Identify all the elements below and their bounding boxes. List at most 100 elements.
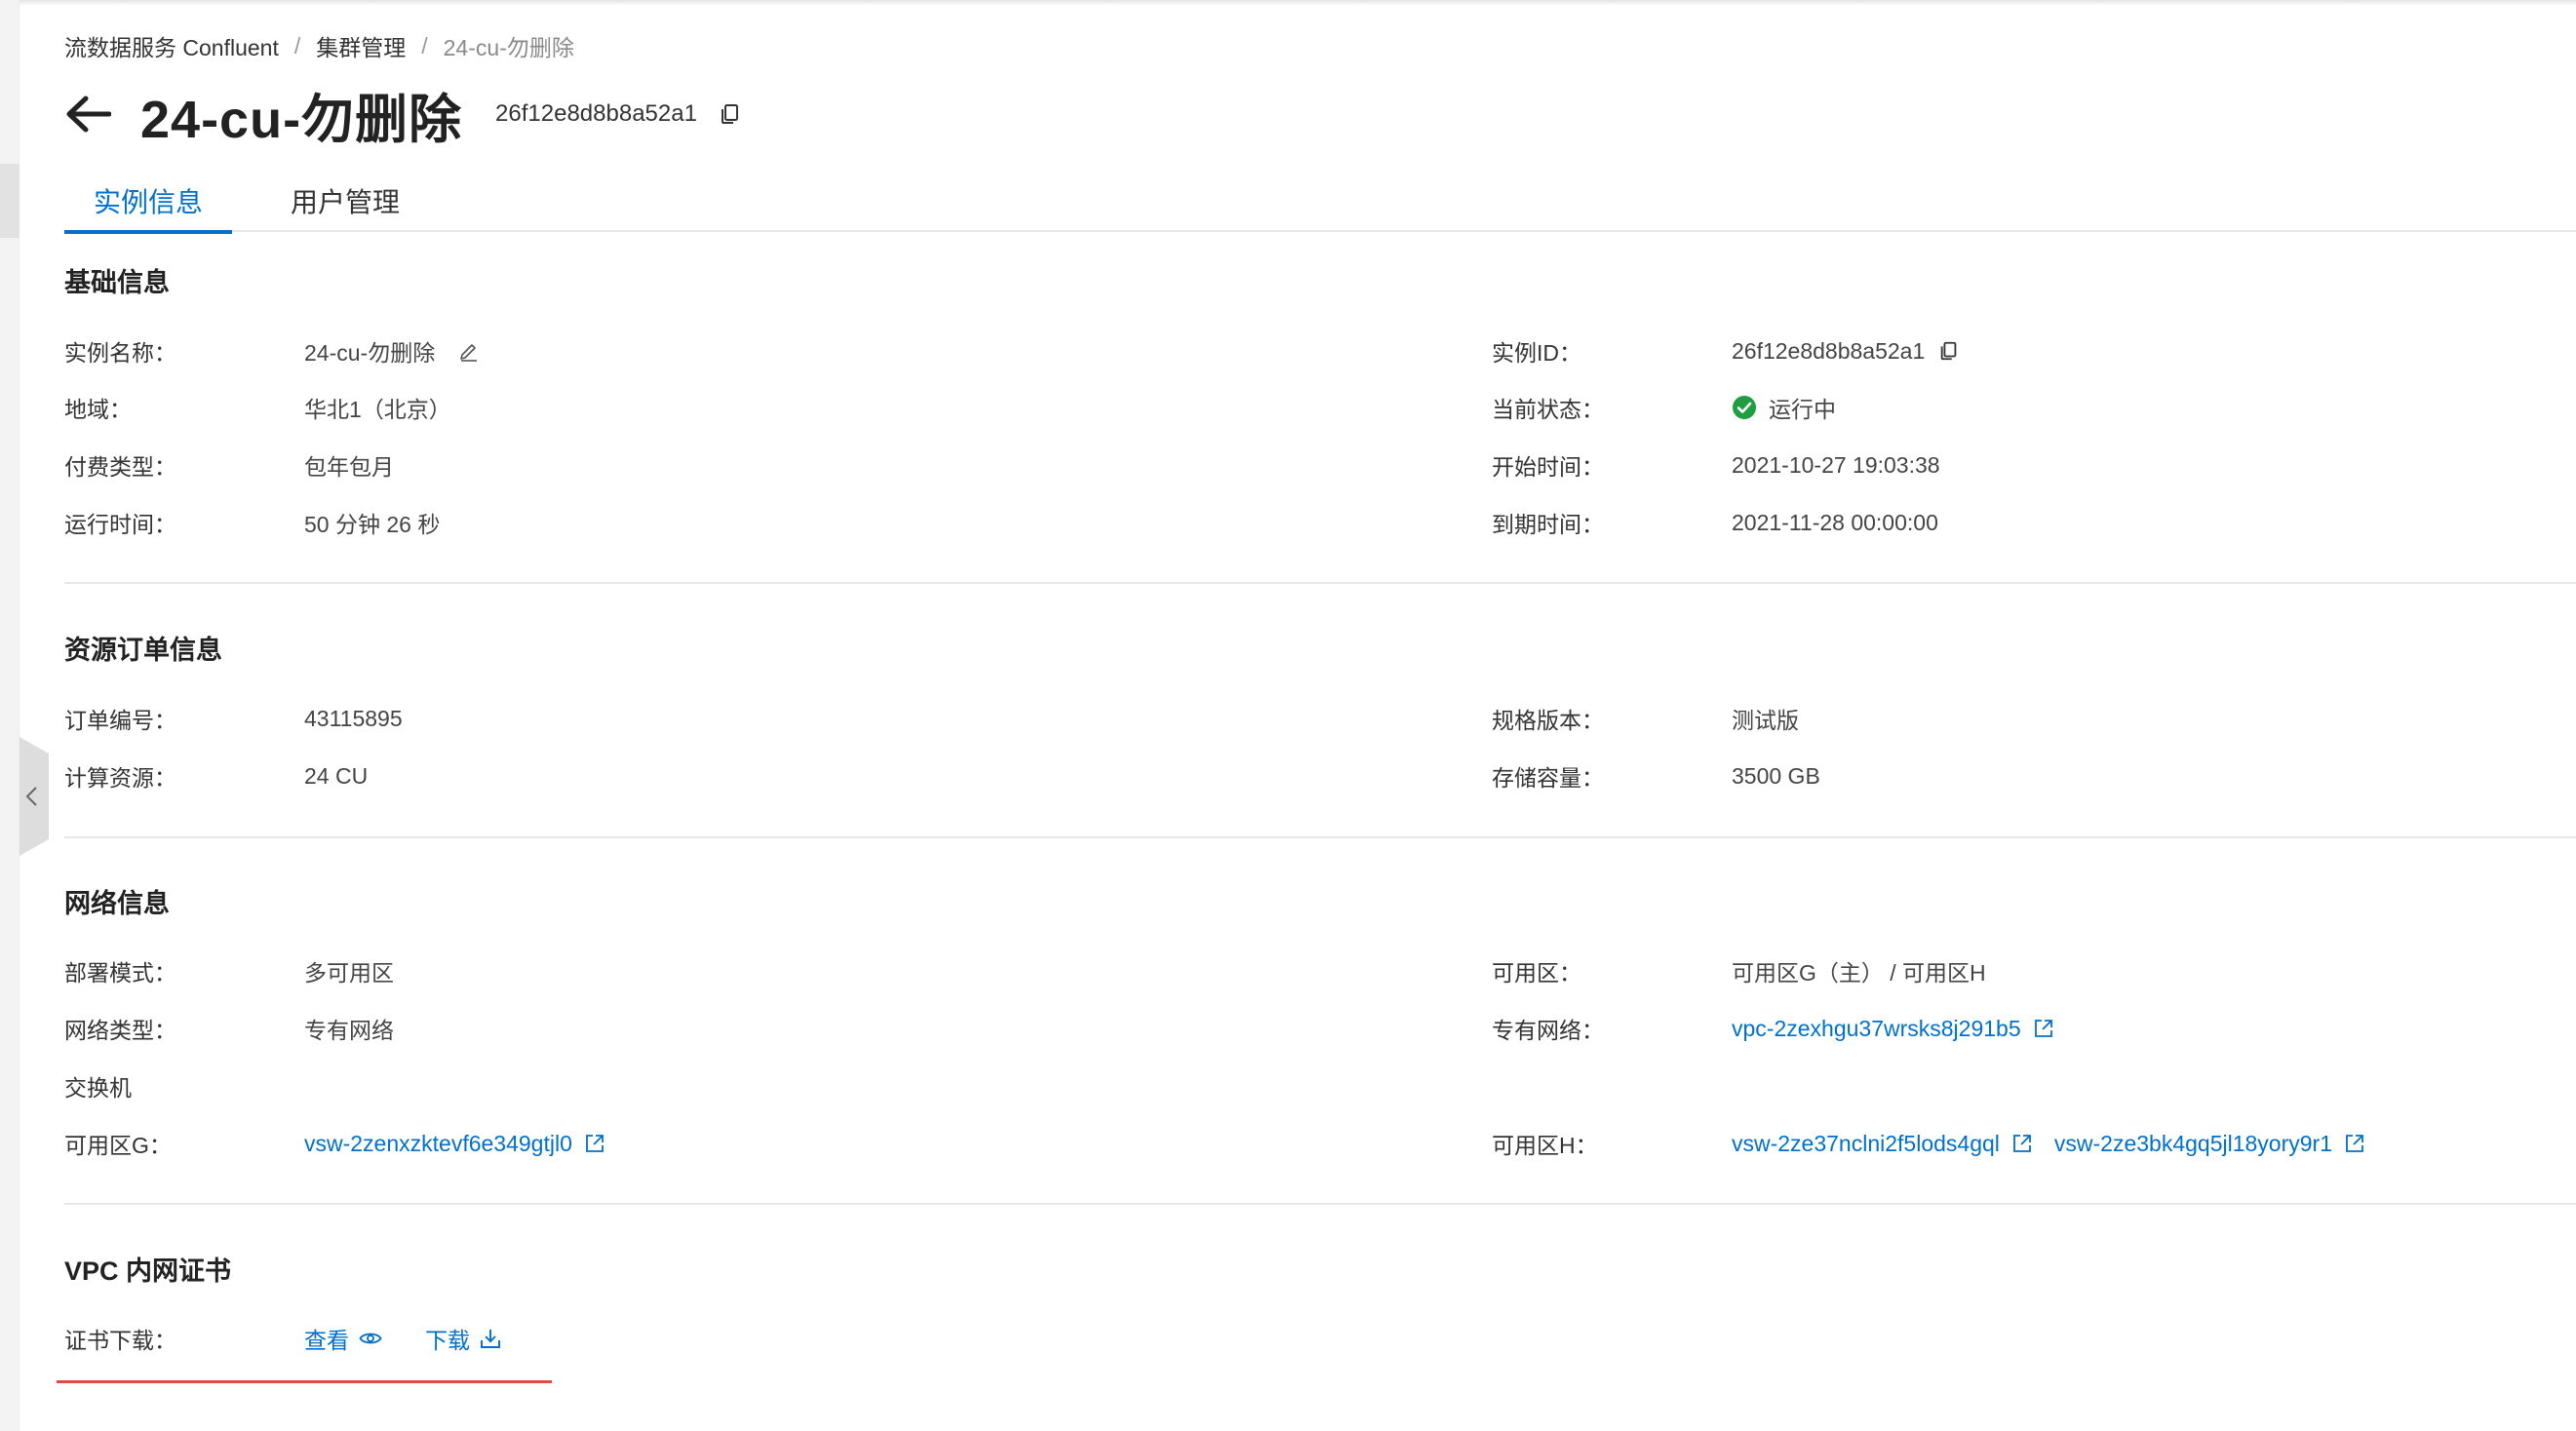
- eye-icon: [359, 1333, 382, 1344]
- tab-user-management[interactable]: 用户管理: [261, 177, 429, 232]
- field-zone-g-switch: 可用区G： vsw-2zenxzktevf6e349gtjl0: [64, 1126, 605, 1161]
- tab-bar: 实例信息 用户管理: [64, 177, 2576, 234]
- field-label: 当前状态：: [1492, 397, 1604, 422]
- instance-name-value: 24-cu-勿删除: [304, 340, 436, 366]
- field-label: 可用区G：: [64, 1133, 172, 1158]
- view-cert-label: 查看: [304, 1328, 349, 1353]
- back-button[interactable]: [64, 90, 113, 138]
- field-expire-time: 到期时间： 2021-11-28 00:00:00: [1492, 505, 1938, 540]
- field-billing-type: 付费类型： 包年包月: [64, 447, 394, 483]
- sidebar-collapse-handle[interactable]: [20, 737, 49, 856]
- zone-h-switch-link-1[interactable]: vsw-2ze37nclni2f5lods4gql: [1732, 1131, 2000, 1157]
- field-value: 包年包月: [304, 454, 394, 480]
- breadcrumb-item-current: 24-cu-勿删除: [443, 35, 574, 60]
- field-value: 运行中: [1732, 391, 1836, 424]
- switch-heading: 交换机: [64, 1068, 304, 1103]
- vpc-link[interactable]: vpc-2zexhgu37wrsks8j291b5: [1732, 1016, 2021, 1042]
- instance-id-text: 26f12e8d8b8a52a1: [495, 100, 697, 127]
- field-order-number: 订单编号： 43115895: [64, 701, 403, 736]
- breadcrumb: 流数据服务 Confluent / 集群管理 / 24-cu-勿删除: [64, 29, 574, 62]
- field-label: 实例ID：: [1492, 340, 1581, 366]
- field-value: 华北1（北京）: [304, 397, 451, 422]
- field-label: 订单编号：: [64, 708, 176, 733]
- field-label: 可用区H：: [1492, 1133, 1598, 1158]
- view-cert-button[interactable]: 查看: [304, 1322, 382, 1355]
- vpc-cert-section: VPC 内网证书: [64, 1252, 2576, 1291]
- zone-g-switch-link[interactable]: vsw-2zenxzktevf6e349gtjl0: [304, 1131, 572, 1157]
- field-value: 多可用区: [304, 960, 394, 986]
- breadcrumb-item-cluster-management[interactable]: 集群管理: [316, 29, 406, 62]
- breadcrumb-separator: /: [421, 32, 428, 58]
- section-divider: [64, 1203, 2576, 1205]
- field-instance-id: 实例ID： 26f12e8d8b8a52a1: [1492, 333, 1960, 368]
- section-title: 网络信息: [64, 889, 170, 918]
- basic-info-section: 基础信息: [64, 263, 2576, 302]
- field-deploy-mode: 部署模式： 多可用区: [64, 953, 394, 988]
- field-value: 专有网络: [304, 1018, 394, 1043]
- field-status: 当前状态： 运行中: [1492, 390, 1836, 425]
- field-value: 24 CU: [304, 762, 369, 789]
- copy-icon: [1941, 341, 1957, 361]
- edit-icon: [460, 344, 478, 362]
- field-value: 2021-11-28 00:00:00: [1732, 509, 1938, 535]
- field-value: 3500 GB: [1732, 762, 1820, 789]
- field-value: vsw-2ze37nclni2f5lods4gql vsw-2ze3bk4gq5…: [1732, 1131, 2365, 1157]
- field-label: 付费类型：: [64, 454, 176, 480]
- external-link-icon[interactable]: [2033, 1018, 2054, 1039]
- download-cert-button[interactable]: 下载: [425, 1322, 501, 1355]
- instance-id-value: 26f12e8d8b8a52a1: [1732, 337, 1926, 364]
- field-value: 2021-10-27 19:03:38: [1732, 451, 1940, 478]
- back-arrow-icon: [66, 96, 111, 133]
- field-label: 实例名称：: [64, 340, 176, 366]
- field-value: 测试版: [1732, 708, 1799, 733]
- field-region: 地域： 华北1（北京）: [64, 390, 451, 425]
- field-label: 证书下载：: [64, 1328, 176, 1353]
- field-compute-resource: 计算资源： 24 CU: [64, 758, 368, 793]
- field-value: vsw-2zenxzktevf6e349gtjl0: [304, 1131, 605, 1157]
- section-title: 基础信息: [64, 268, 170, 297]
- field-label: 网络类型：: [64, 1018, 176, 1043]
- field-network-type: 网络类型： 专有网络: [64, 1011, 394, 1046]
- field-value: 26f12e8d8b8a52a1: [1732, 338, 1960, 365]
- external-link-icon[interactable]: [584, 1133, 605, 1154]
- page-title: 24-cu-勿删除: [140, 90, 463, 149]
- breadcrumb-item-service[interactable]: 流数据服务 Confluent: [64, 29, 279, 62]
- main-content: 流数据服务 Confluent / 集群管理 / 24-cu-勿删除 24-cu…: [57, 0, 2576, 1431]
- field-value: vpc-2zexhgu37wrsks8j291b5: [1732, 1016, 2054, 1042]
- section-divider: [64, 836, 2576, 838]
- network-info-section: 网络信息: [64, 884, 2576, 923]
- field-cert-download: 证书下载： 查看 下载: [64, 1321, 501, 1356]
- highlight-underline: [57, 1380, 552, 1383]
- title-row: 24-cu-勿删除 26f12e8d8b8a52a1: [64, 80, 742, 149]
- field-start-time: 开始时间： 2021-10-27 19:03:38: [1492, 447, 1940, 483]
- field-label: 规格版本：: [1492, 708, 1604, 733]
- zone-h-switch-link-2[interactable]: vsw-2ze3bk4gq5jl18yory9r1: [2054, 1131, 2332, 1157]
- edit-name-button[interactable]: [458, 340, 480, 362]
- breadcrumb-separator: /: [293, 32, 301, 58]
- section-title: 资源订单信息: [64, 636, 222, 665]
- field-label: 到期时间：: [1492, 512, 1604, 537]
- field-value: 50 分钟 26 秒: [304, 512, 441, 537]
- copy-instance-id-button[interactable]: [1938, 340, 1960, 362]
- field-label: 运行时间：: [64, 512, 176, 537]
- external-link-icon[interactable]: [2011, 1133, 2033, 1154]
- field-label: 计算资源：: [64, 765, 176, 791]
- copy-id-button[interactable]: [719, 102, 742, 126]
- field-label: 部署模式：: [64, 960, 176, 986]
- field-label: 交换机: [64, 1075, 132, 1101]
- field-label: 开始时间：: [1492, 454, 1604, 480]
- field-spec-version: 规格版本： 测试版: [1492, 701, 1799, 736]
- copy-icon: [721, 104, 738, 124]
- tab-instance-info[interactable]: 实例信息: [64, 177, 233, 234]
- field-vpc: 专有网络： vpc-2zexhgu37wrsks8j291b5: [1492, 1011, 2054, 1046]
- field-value: 43115895: [304, 705, 403, 731]
- field-instance-name: 实例名称： 24-cu-勿删除: [64, 333, 480, 368]
- chevron-left-icon: [25, 787, 37, 806]
- download-icon: [481, 1330, 500, 1348]
- check-circle-icon: [1732, 395, 1757, 420]
- field-label: 可用区：: [1492, 960, 1581, 986]
- field-run-time: 运行时间： 50 分钟 26 秒: [64, 505, 440, 540]
- field-label: 专有网络：: [1492, 1018, 1604, 1043]
- field-storage-capacity: 存储容量： 3500 GB: [1492, 758, 1820, 793]
- external-link-icon[interactable]: [2344, 1133, 2365, 1154]
